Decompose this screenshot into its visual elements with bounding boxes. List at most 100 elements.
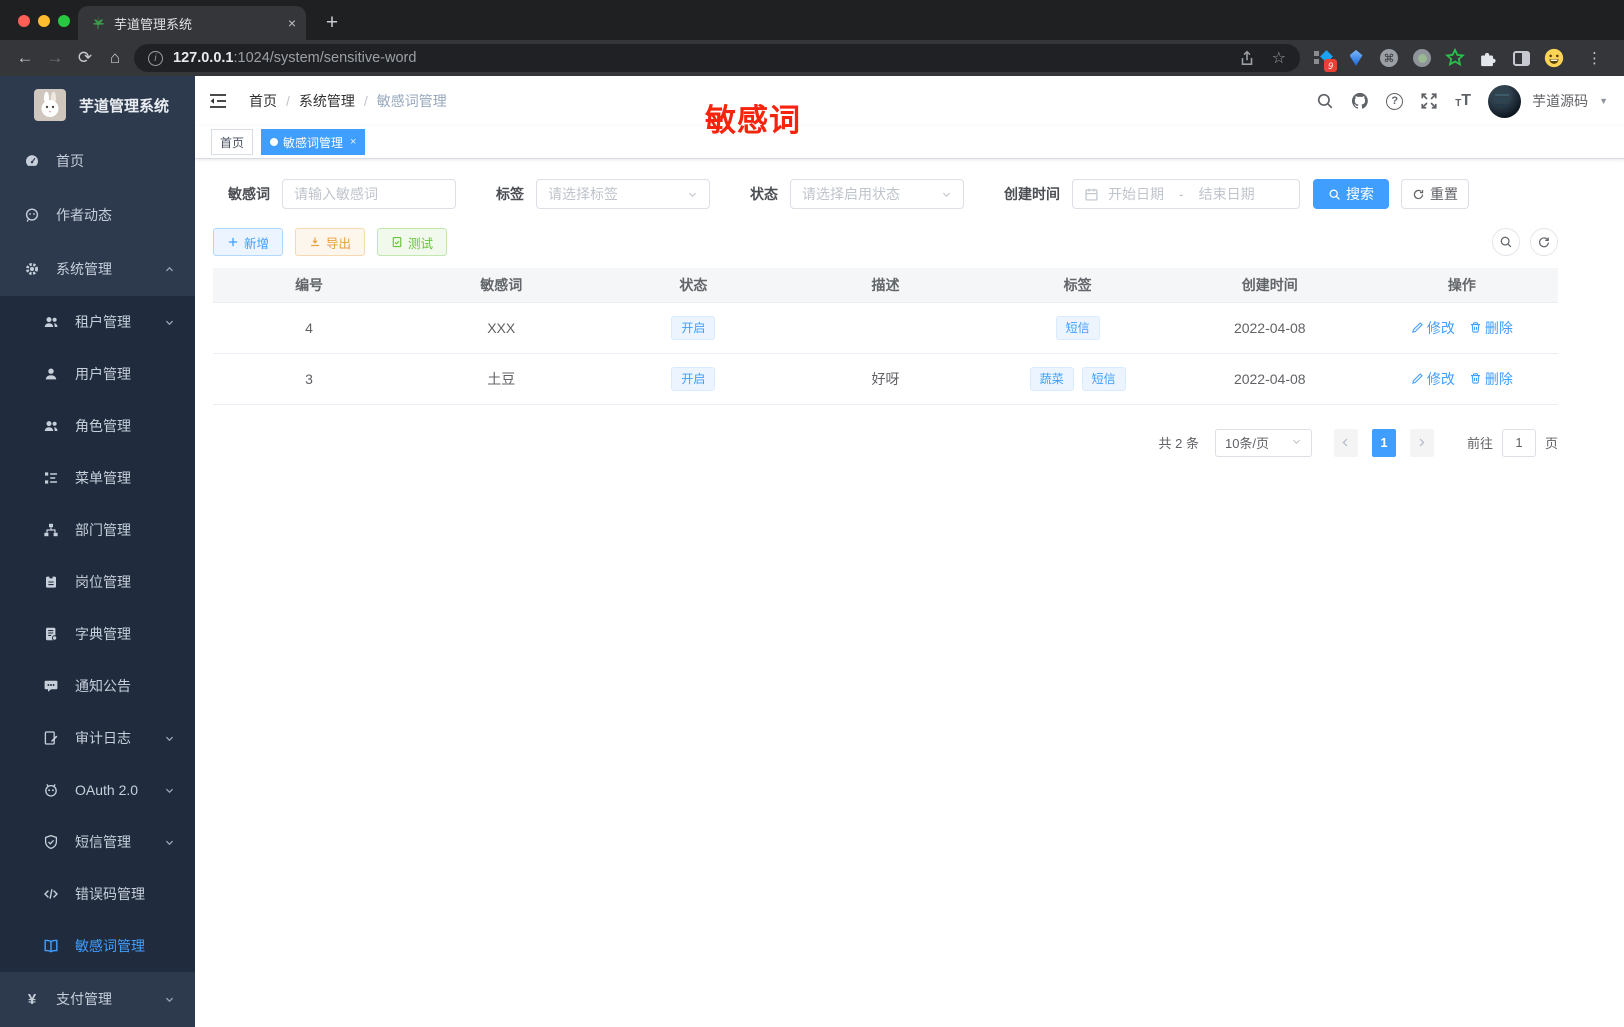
page-size-select[interactable]: 10条/页 <box>1214 428 1312 457</box>
status-select[interactable]: 请选择启用状态 <box>790 179 964 209</box>
side-panel-icon[interactable] <box>1511 48 1531 68</box>
export-button[interactable]: 导出 <box>295 228 366 256</box>
sidebar-item-5[interactable]: 角色管理 <box>0 400 195 452</box>
oauth-robot-icon <box>43 782 59 798</box>
keyword-input[interactable] <box>282 179 456 209</box>
search-icon[interactable] <box>1316 92 1334 110</box>
cell-tags: 蔬菜 短信 <box>981 353 1174 405</box>
sidebar-item-1[interactable]: 作者动态 <box>0 188 195 242</box>
breadcrumb-system[interactable]: 系统管理 <box>299 91 355 111</box>
sensitive-word-table: 编号 敏感词 状态 描述 标签 创建时间 操作 4 XXX 开启 短信 2022-04-08 修改 删除… <box>213 268 1558 405</box>
browser-menu-icon[interactable]: ⋮ <box>1587 49 1602 67</box>
bookmark-star-icon[interactable]: ☆ <box>1272 48 1286 68</box>
hide-search-button[interactable] <box>1492 228 1520 256</box>
sidebar-item-15-active[interactable]: 敏感词管理 <box>0 920 195 972</box>
fullscreen-icon[interactable] <box>1420 92 1438 110</box>
sidebar-item-6[interactable]: 菜单管理 <box>0 452 195 504</box>
sidebar-item-2[interactable]: 系统管理 <box>0 242 195 296</box>
breadcrumb-current: 敏感词管理 <box>376 93 447 109</box>
page-number-current[interactable]: 1 <box>1371 428 1396 457</box>
forward-icon[interactable]: → <box>40 48 70 68</box>
edit-link[interactable]: 修改 <box>1411 318 1455 338</box>
column-header: 创建时间 <box>1173 268 1366 303</box>
column-header: 操作 <box>1365 268 1558 303</box>
delete-link[interactable]: 删除 <box>1469 369 1513 389</box>
tag-badge: 短信 <box>1055 315 1100 340</box>
status-badge: 开启 <box>671 315 716 340</box>
add-button[interactable]: 新增 <box>213 228 284 256</box>
font-size-icon[interactable]: TT <box>1455 93 1471 109</box>
workflow-extension-icon[interactable]: 9 <box>1313 48 1337 72</box>
minimize-window-button[interactable] <box>38 15 50 27</box>
reset-button[interactable]: 重置 <box>1401 179 1469 209</box>
sidebar-item-12[interactable]: OAuth 2.0 <box>0 764 195 816</box>
sensitive-word-book-icon <box>43 938 59 954</box>
keyword-label: 敏感词 <box>228 186 270 202</box>
tab-close-icon[interactable]: × <box>350 136 356 148</box>
author-feed-icon <box>24 207 40 223</box>
cell-id: 3 <box>213 353 406 405</box>
chevron-down-icon <box>164 785 175 796</box>
date-range-picker[interactable]: 开始日期 - 结束日期 <box>1072 179 1300 209</box>
sidebar-item-10[interactable]: 通知公告 <box>0 660 195 712</box>
site-info-icon[interactable]: i <box>148 50 163 66</box>
app-logo-row[interactable]: 芋道管理系统 <box>0 76 195 134</box>
share-icon[interactable] <box>1238 49 1256 67</box>
search-button[interactable]: 搜索 <box>1313 179 1389 209</box>
close-window-button[interactable] <box>18 15 30 27</box>
sidebar-item-label: 岗位管理 <box>75 574 131 590</box>
back-icon[interactable]: ← <box>10 48 40 68</box>
sidebar-item-9[interactable]: 字典管理 <box>0 608 195 660</box>
reload-icon[interactable]: ⟳ <box>70 48 100 68</box>
puzzle-extensions-icon[interactable] <box>1478 48 1498 68</box>
user-avatar[interactable] <box>1488 84 1522 118</box>
breadcrumb-home[interactable]: 首页 <box>249 91 277 111</box>
edit-link[interactable]: 修改 <box>1411 369 1455 389</box>
sidebar-item-8[interactable]: 岗位管理 <box>0 556 195 608</box>
sms-shield-icon <box>43 834 59 850</box>
gem-extension-icon[interactable] <box>1346 48 1366 68</box>
command-extension-icon[interactable]: ⌘ <box>1379 48 1399 68</box>
sidebar-item-label: 作者动态 <box>56 207 112 223</box>
app-header: 首页 / 系统管理 / 敏感词管理 ? TT 芋道源码 ▼ <box>195 76 1624 126</box>
table-row: 3 土豆 开启 好呀 蔬菜 短信 2022-04-08 修改 删除 <box>213 353 1558 405</box>
browser-tab[interactable]: 芋道管理系统 × <box>78 6 306 40</box>
home-icon[interactable]: ⌂ <box>100 48 130 68</box>
address-bar[interactable]: i 127.0.0.1:1024/system/sensitive-word ☆ <box>134 44 1300 72</box>
sidebar-item-4[interactable]: 用户管理 <box>0 348 195 400</box>
github-icon[interactable] <box>1351 92 1369 110</box>
new-tab-button[interactable]: + <box>318 9 346 37</box>
help-icon[interactable]: ? <box>1386 92 1404 110</box>
sidebar-item-7[interactable]: 部门管理 <box>0 504 195 556</box>
sidebar-item-11[interactable]: 审计日志 <box>0 712 195 764</box>
tag-label: 标签 <box>496 186 524 202</box>
column-header: 编号 <box>213 268 406 303</box>
sidebar-item-label: 菜单管理 <box>75 470 131 486</box>
next-page-button[interactable] <box>1409 428 1434 457</box>
cell-created-at: 2022-04-08 <box>1173 353 1366 405</box>
test-button[interactable]: 测试 <box>377 228 448 256</box>
extensions-row: 9 ⌘ ⋮ <box>1313 48 1602 72</box>
sidebar-item-14[interactable]: 错误码管理 <box>0 868 195 920</box>
payment-yen-icon: ¥ <box>27 990 37 1008</box>
green-star-extension-icon[interactable] <box>1445 48 1465 68</box>
sidebar-item-label: 字典管理 <box>75 626 131 642</box>
sidebar-fold-icon[interactable] <box>208 91 228 111</box>
goto-page-input[interactable] <box>1501 428 1536 457</box>
prev-page-button[interactable] <box>1333 428 1358 457</box>
tag-select[interactable]: 请选择标签 <box>536 179 710 209</box>
sidebar-item-13[interactable]: 短信管理 <box>0 816 195 868</box>
zoom-window-button[interactable] <box>58 15 70 27</box>
recorder-extension-icon[interactable] <box>1412 48 1432 68</box>
sidebar-item-16[interactable]: ¥ 支付管理 <box>0 972 195 1026</box>
chevron-down-icon[interactable]: ▼ <box>1599 96 1608 106</box>
tags-view-tab-current[interactable]: 敏感词管理 × <box>261 129 366 155</box>
sidebar-item-label: 敏感词管理 <box>75 938 145 954</box>
sidebar-item-0[interactable]: 首页 <box>0 134 195 188</box>
tab-close-icon[interactable]: × <box>288 15 296 31</box>
delete-link[interactable]: 删除 <box>1469 318 1513 338</box>
sidebar-item-3[interactable]: 租户管理 <box>0 296 195 348</box>
tags-view-tab-home[interactable]: 首页 <box>211 129 254 155</box>
profile-avatar-emoji[interactable] <box>1544 48 1564 68</box>
refresh-button[interactable] <box>1530 228 1558 256</box>
